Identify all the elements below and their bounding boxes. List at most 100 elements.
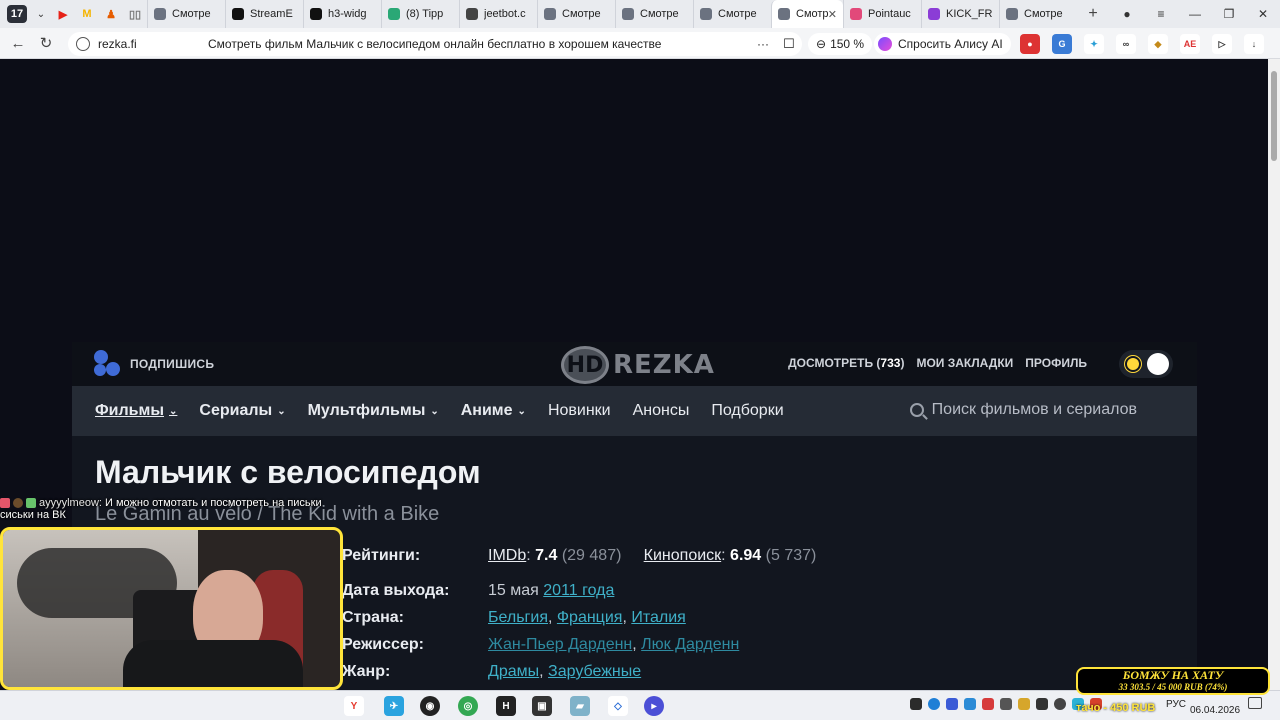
tab-title: Смотр — [796, 8, 828, 20]
browser-tab[interactable]: StreamE — [225, 0, 303, 28]
director-row: Режиссер: Жан-Пьер Дарденн, Люк Дарденн — [342, 636, 740, 653]
extension-icon-5[interactable]: ◆ — [1148, 34, 1168, 54]
director-link[interactable]: Люк Дарденн — [641, 636, 739, 653]
site-logo[interactable]: HD REZKA — [561, 346, 715, 384]
browser-tab[interactable]: h3-widg — [303, 0, 381, 28]
chevron-down-icon: ⌄ — [277, 405, 286, 417]
movie-info-table: Рейтинги: IMDb: 7.4 (29 487) Кинопоиск: … — [342, 547, 816, 690]
scrollbar-thumb[interactable] — [1271, 71, 1277, 161]
donation-ticker: тачо - 450 RUB — [1076, 702, 1156, 714]
nav-collections[interactable]: Подборки — [711, 402, 783, 420]
telegram-icon[interactable]: ✈ — [384, 696, 404, 716]
country-link[interactable]: Бельгия — [488, 609, 548, 626]
country-link[interactable]: Италия — [631, 609, 685, 626]
tab-count-button[interactable]: 17 — [7, 5, 27, 23]
extension-icon-6[interactable]: AE — [1180, 34, 1200, 54]
profile-icon[interactable]: ● — [1110, 7, 1144, 21]
nav-announcements[interactable]: Анонсы — [633, 402, 690, 420]
nav-new[interactable]: Новинки — [548, 402, 611, 420]
extension-icon-4[interactable]: ∞ — [1116, 34, 1136, 54]
kinopoisk-link[interactable]: Кинопоиск — [644, 547, 722, 564]
bookmarks-link[interactable]: МОИ ЗАКЛАДКИ — [916, 356, 1013, 370]
imdb-votes: (29 487) — [561, 547, 622, 564]
country-link[interactable]: Франция — [557, 609, 623, 626]
extension-icon-1[interactable]: ● — [1020, 34, 1040, 54]
window-controls: ● ≡ — ❐ ✕ — [1110, 0, 1280, 28]
tab-favicon-icon — [388, 8, 400, 20]
tab-title: jeetbot.c — [484, 8, 526, 20]
alisa-button[interactable]: Спросить Алису AI — [874, 33, 1011, 55]
search-icon — [909, 403, 924, 417]
extensions-bar: ● G ✦ ∞ ◆ AE ▷ ↓ — [1020, 34, 1264, 54]
nav-anime[interactable]: Аниме ⌄ — [461, 402, 526, 420]
app-stack-icon[interactable]: ◇ — [608, 696, 628, 716]
imdb-link[interactable]: IMDb — [488, 547, 526, 564]
pinned-tab-icon[interactable]: ♟ — [99, 0, 123, 28]
site-info-icon[interactable] — [76, 37, 90, 51]
genre-link[interactable]: Зарубежные — [548, 663, 641, 680]
release-row: Дата выхода: 15 мая 2011 года — [342, 582, 615, 599]
back-button[interactable]: ← — [4, 35, 32, 52]
nav-cartoons[interactable]: Мультфильмы ⌄ — [308, 402, 439, 420]
nav-films[interactable]: Фильмы ⌄ — [95, 402, 177, 420]
browser-tab[interactable]: Pointauc — [843, 0, 921, 28]
minimize-button[interactable]: — — [1178, 7, 1212, 21]
obs-icon[interactable]: ◉ — [420, 696, 440, 716]
close-tab-icon[interactable]: ✕ — [828, 8, 837, 21]
theme-toggle[interactable] — [1119, 350, 1173, 378]
genre-link[interactable]: Драмы — [488, 663, 539, 680]
url-field[interactable]: rezka.fi Смотреть фильм Мальчик с велоси… — [68, 32, 802, 56]
watch-later-link[interactable]: ДОСМОТРЕТЬ (733) — [788, 356, 904, 370]
app-folder-icon[interactable]: ▰ — [570, 696, 590, 716]
clock[interactable]: 06.04.2026 — [1190, 693, 1240, 717]
m-pinned-icon[interactable]: M — [75, 0, 99, 28]
language-indicator[interactable]: РУС — [1166, 699, 1186, 710]
search-field[interactable]: Поиск фильмов и сериалов — [909, 401, 1137, 419]
zoom-indicator[interactable]: ⊖ 150 % — [808, 33, 873, 55]
restore-button[interactable]: ❐ — [1212, 7, 1246, 21]
menu-icon[interactable]: ≡ — [1144, 7, 1178, 21]
tab-list-chevron-icon[interactable]: ⌄ — [31, 9, 51, 20]
subscribe-button[interactable]: ПОДПИШИСЬ — [94, 350, 214, 378]
app-lock-icon[interactable]: ▣ — [532, 696, 552, 716]
app-chat-icon[interactable]: ▸ — [644, 696, 664, 716]
downloads-icon[interactable]: ↓ — [1244, 34, 1264, 54]
translate-extension-icon[interactable]: G — [1052, 34, 1072, 54]
ratings-row: Рейтинги: IMDb: 7.4 (29 487) Кинопоиск: … — [342, 547, 817, 564]
browser-tab[interactable]: Смотре — [693, 0, 771, 28]
release-year-link[interactable]: 2011 года — [543, 582, 614, 599]
reload-button[interactable]: ↻ — [32, 34, 60, 52]
browser-tab[interactable]: Смотре — [537, 0, 615, 28]
chrome-icon[interactable]: ◎ — [458, 696, 478, 716]
browser-tab[interactable]: Смотре — [147, 0, 225, 28]
director-link[interactable]: Жан-Пьер Дарденн — [488, 636, 632, 653]
page-title-in-url: Смотреть фильм Мальчик с велосипедом онл… — [208, 37, 662, 51]
tray-icon — [1018, 698, 1030, 710]
browser-tab[interactable]: Смотр ✕ — [771, 0, 843, 28]
tab-title: Pointauc — [868, 8, 911, 20]
kinopoisk-score: 6.94 — [730, 547, 762, 564]
app-h-icon[interactable]: H — [496, 696, 516, 716]
extension-icon-3[interactable]: ✦ — [1084, 34, 1104, 54]
browser-tab[interactable]: Смотре — [999, 0, 1077, 28]
chat-message: И можно отмотать и посмотреть на письки — [105, 497, 322, 509]
movie-title: Мальчик с велосипедом — [95, 454, 481, 490]
browser-tab[interactable]: Смотре — [615, 0, 693, 28]
nav-series[interactable]: Сериалы ⌄ — [199, 402, 285, 420]
more-icon[interactable]: ··· — [750, 37, 776, 51]
browser-tab[interactable]: jeetbot.c — [459, 0, 537, 28]
pinned-tab-icon-2[interactable]: ▯▯ — [123, 0, 147, 28]
youtube-pinned-icon[interactable]: ▶ — [51, 0, 75, 28]
media-extension-icon[interactable]: ▷ — [1212, 34, 1232, 54]
yandex-browser-icon[interactable]: Y — [344, 696, 364, 716]
new-tab-button[interactable]: + — [1081, 5, 1105, 23]
notifications-icon[interactable] — [1248, 697, 1262, 709]
profile-link[interactable]: ПРОФИЛЬ — [1025, 356, 1087, 370]
chevron-down-icon: ⌄ — [430, 405, 439, 417]
browser-tab[interactable]: KICK_FR — [921, 0, 999, 28]
page-scrollbar[interactable] — [1268, 59, 1280, 690]
close-window-button[interactable]: ✕ — [1246, 7, 1280, 21]
browser-tab[interactable]: (8) Tipp — [381, 0, 459, 28]
bookmark-icon[interactable]: ☐ — [776, 36, 802, 52]
chat-message-2: сиськи на ВК — [0, 509, 66, 521]
